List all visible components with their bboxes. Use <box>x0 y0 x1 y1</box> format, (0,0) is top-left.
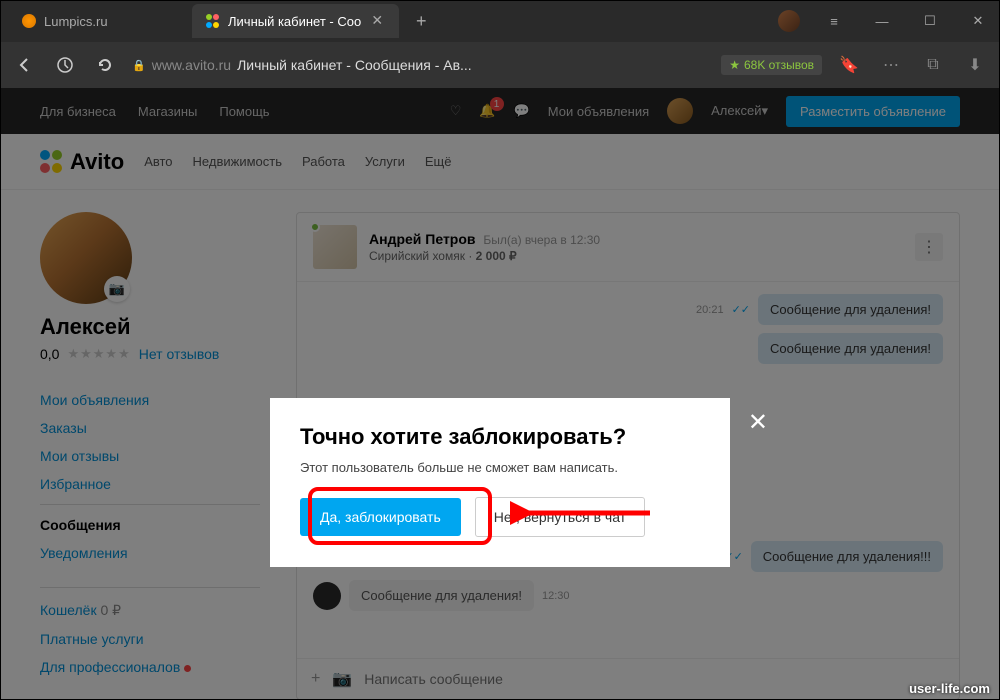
minimize-icon[interactable]: — <box>868 7 896 35</box>
block-confirm-modal: ✕ Точно хотите заблокировать? Этот польз… <box>270 398 730 567</box>
extensions-icon[interactable]: ⧉ <box>920 52 946 78</box>
modal-close-icon[interactable]: ✕ <box>748 408 768 437</box>
cancel-block-button[interactable]: Нет, вернуться в чат <box>475 497 645 537</box>
downloads-icon[interactable]: ⬇ <box>962 52 988 78</box>
reviews-count: 68K отзывов <box>744 58 814 72</box>
url-display[interactable]: 🔒 www.avito.ru Личный кабинет - Сообщени… <box>132 57 472 73</box>
tab-lumpics[interactable]: Lumpics.ru <box>8 4 188 38</box>
confirm-block-button[interactable]: Да, заблокировать <box>300 498 461 536</box>
browser-profile-avatar[interactable] <box>778 10 800 32</box>
close-tab-icon[interactable]: ✕ <box>369 13 385 29</box>
tab-title: Личный кабинет - Соо <box>228 14 361 29</box>
new-tab-button[interactable]: + <box>407 7 435 35</box>
back-icon[interactable] <box>12 52 38 78</box>
modal-text: Этот пользователь больше не сможет вам н… <box>300 460 700 475</box>
reload-icon[interactable] <box>92 52 118 78</box>
page-content: Для бизнеса Магазины Помощь ♡ 🔔1 💬 Мои о… <box>0 88 1000 700</box>
close-window-icon[interactable]: ✕ <box>964 7 992 35</box>
address-bar: 🔒 www.avito.ru Личный кабинет - Сообщени… <box>0 42 1000 88</box>
yandex-icon[interactable] <box>52 52 78 78</box>
bookmark-icon[interactable]: 🔖 <box>836 52 862 78</box>
tab-title: Lumpics.ru <box>44 14 108 29</box>
url-title: Личный кабинет - Сообщения - Ав... <box>237 57 472 73</box>
modal-overlay[interactable]: ✕ Точно хотите заблокировать? Этот польз… <box>0 88 1000 700</box>
menu-icon[interactable]: ≡ <box>820 7 848 35</box>
lock-icon: 🔒 <box>132 59 146 72</box>
watermark-text: user-life.com <box>909 681 990 696</box>
more-icon[interactable]: ⋯ <box>878 52 904 78</box>
reviews-extension-badge[interactable]: ★ 68K отзывов <box>721 55 822 75</box>
favicon-lumpics <box>22 14 36 28</box>
star-icon: ★ <box>729 58 740 72</box>
favicon-avito <box>206 14 220 28</box>
modal-title: Точно хотите заблокировать? <box>300 424 700 450</box>
url-domain: www.avito.ru <box>152 57 231 73</box>
browser-tab-strip: Lumpics.ru Личный кабинет - Соо ✕ + ≡ — … <box>0 0 1000 42</box>
maximize-icon[interactable]: ☐ <box>916 7 944 35</box>
tab-avito[interactable]: Личный кабинет - Соо ✕ <box>192 4 399 38</box>
